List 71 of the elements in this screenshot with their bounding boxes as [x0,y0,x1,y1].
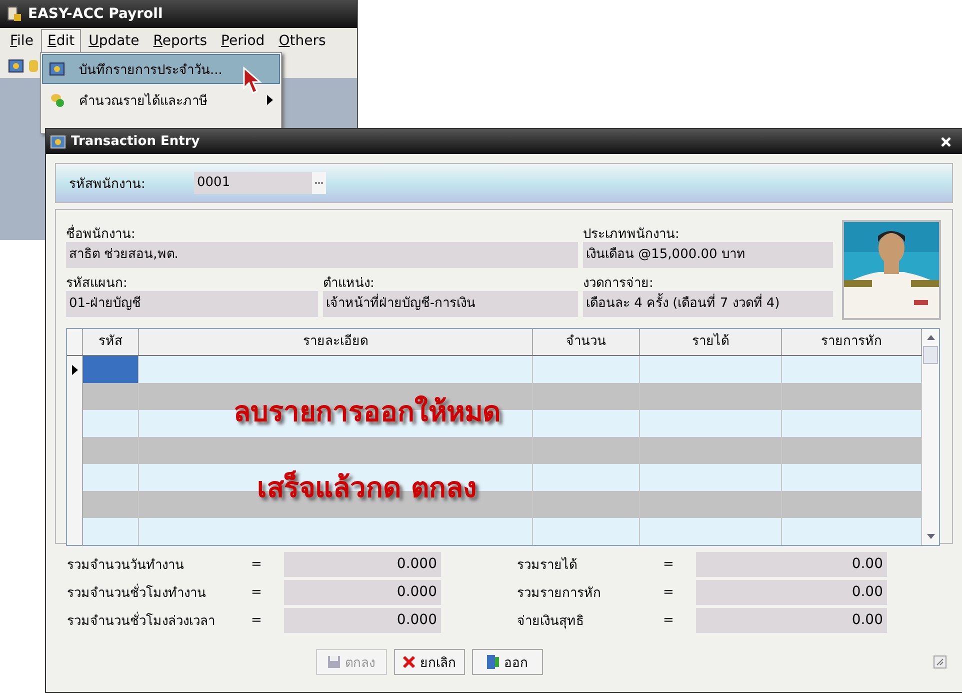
total-value-field: 0.000 [284,552,441,577]
scroll-down-icon[interactable] [926,534,934,539]
scrollbar[interactable] [922,329,939,545]
scroll-thumb[interactable] [923,346,938,364]
text-field[interactable]: เดือนละ 4 ครั้ง (เดือนที่ 7 งวดที่ 4) [583,291,833,317]
column-header[interactable]: จำนวน [533,329,640,355]
coins-icon [49,92,65,108]
equals-sign: = [251,557,263,572]
equals-sign: = [663,585,675,600]
total-value-field: 0.00 [696,552,887,577]
total-label: รวมจำนวนวันทำงาน [67,557,185,575]
annotation-overlay: เสร็จแล้วกด ตกลง [257,469,477,506]
total-value-field: 0.00 [696,580,887,605]
equals-sign: = [251,585,263,600]
column-header[interactable]: รายได้ [640,329,782,355]
book-icon[interactable] [8,58,24,74]
menu-option[interactable]: บันทึกรายการประจำวัน... [42,54,280,84]
submenu-arrow-icon [267,95,273,105]
field-label: งวดการจ่าย: [583,275,654,290]
book-icon [50,134,66,150]
equals-sign: = [251,613,263,628]
table-cell[interactable] [83,356,139,383]
column-header[interactable]: รายละเอียด [139,329,533,355]
total-value-field: 0.000 [284,608,441,633]
total-label: รวมรายได้ [517,556,578,575]
menu-option-label: คำนวณรายได้และภาษี [79,92,208,110]
cross-icon [402,655,416,669]
cancel-button[interactable]: ยกเลิก [394,649,464,675]
text-field[interactable]: 01-ฝ่ายบัญชี [66,291,318,317]
window-title: EASY-ACC Payroll [28,6,163,22]
row-header-cell[interactable] [67,356,83,383]
app-icon [6,6,22,22]
input-field[interactable]: 0001 [194,172,312,194]
total-value-field: 0.00 [696,608,887,633]
close-icon[interactable] [940,136,952,148]
equals-sign: = [663,557,675,572]
total-label: จ่ายเงินสุทธิ [517,613,585,631]
row-pointer-icon [72,364,78,374]
field-label: ตำแหน่ง: [323,275,376,290]
equals-sign: = [663,613,675,628]
field-label: ประเภทพนักงาน: [583,226,680,241]
total-label: รวมรายการหัก [517,585,602,603]
ellipsis-button[interactable] [312,172,326,194]
window-title: Transaction Entry [71,134,200,149]
menu-item[interactable]: File [4,29,40,53]
column-header[interactable]: รหัส [83,329,139,355]
menu-option-label: บันทึกรายการประจำวัน... [79,62,222,80]
row-header-cell[interactable] [67,518,83,545]
menu-item[interactable]: Update [82,29,146,53]
field-label: รหัสพนักงาน: [69,176,146,194]
text-field[interactable]: เจ้าหน้าที่ฝ่ายบัญชี-การเงิน [323,291,578,317]
annotation-overlay: ลบรายการออกให้หมด [234,394,500,430]
exit-button[interactable]: ออก [472,649,542,675]
total-value-field: 0.000 [284,580,441,605]
mouse-cursor-icon [242,66,264,96]
dots-icon [314,181,324,185]
text-field[interactable]: สาธิต ช่วยสอน,พต. [66,242,578,268]
total-label: รวมจำนวนชั่วโมงล่วงเวลา [67,610,251,631]
menu-item[interactable]: Period [215,29,271,53]
field-label: ชื่อพนักงาน: [66,223,578,241]
text-field[interactable]: เงินเดือน @15,000.00 บาท [583,242,833,268]
menu-item[interactable]: Reports [147,29,214,53]
total-label: รวมจำนวนชั่วโมงทำงาน [67,582,251,603]
menu-item[interactable]: Edit [41,29,81,53]
menu-item[interactable]: Others [272,29,332,53]
field-label: รหัสแผนก: [66,275,128,290]
resize-grip-icon[interactable] [933,655,947,669]
door-icon [486,654,500,670]
scroll-up-icon[interactable] [926,335,934,340]
book-icon [49,61,65,77]
menu-option[interactable]: คำนวณรายได้และภาษี [42,85,280,115]
